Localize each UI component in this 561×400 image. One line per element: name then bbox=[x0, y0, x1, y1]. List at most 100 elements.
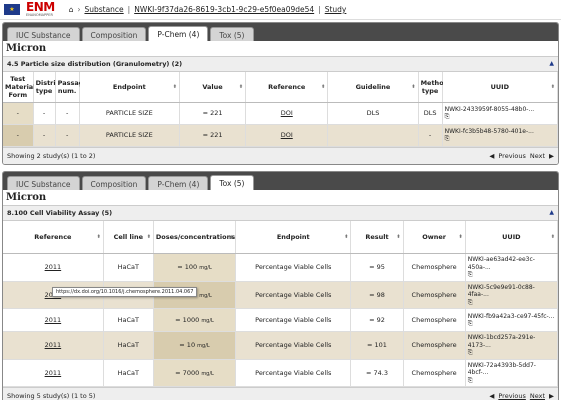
col-result[interactable]: Result ⬍ bbox=[350, 220, 404, 254]
table-row: 2011 HaCaT = 100 mg/L Percentage Viable … bbox=[3, 253, 558, 282]
tab-iuc-substance[interactable]: IUC Substance bbox=[7, 175, 80, 190]
col-cell-line[interactable]: Cell line ⬍ bbox=[103, 220, 154, 254]
cell-owner: Chemosphere bbox=[403, 331, 466, 360]
link-icon[interactable]: ⎘ bbox=[468, 299, 473, 306]
cell-owner: Chemosphere bbox=[403, 308, 466, 332]
previous-icon[interactable]: ◀ bbox=[489, 392, 494, 400]
tab-bar: IUC Substance Composition P-Chem (4) Tox… bbox=[3, 171, 558, 190]
table-row: 2011 HaCaT = 1000 mg/L Percentage Viable… bbox=[3, 308, 558, 332]
col-method-type[interactable]: Method type bbox=[418, 72, 448, 103]
cell-reference[interactable]: 2011 bbox=[3, 253, 104, 282]
section-header[interactable]: 4.5 Particle size distribution (Granulom… bbox=[3, 56, 558, 72]
tab-pchem[interactable]: P-Chem (4) bbox=[148, 175, 209, 190]
pchem-panel: IUC Substance Composition P-Chem (4) Tox… bbox=[2, 22, 559, 165]
cell-endpoint: Percentage Viable Cells bbox=[235, 253, 352, 282]
collapse-icon[interactable]: ▲ bbox=[549, 60, 554, 68]
cell-reference[interactable]: 2011 bbox=[3, 359, 104, 387]
cell-result: = 95 bbox=[350, 253, 404, 282]
previous-button[interactable]: Previous bbox=[498, 392, 525, 400]
tox-panel: IUC Substance Composition P-Chem (4) Tox… bbox=[2, 170, 559, 400]
cell-reference[interactable]: 2011 bbox=[3, 331, 104, 360]
col-distrib-type[interactable]: Distrib. type bbox=[33, 72, 63, 103]
link-icon[interactable]: ⎘ bbox=[468, 349, 473, 356]
cell-uuid[interactable]: NWKI-5c9e9e91-0c88-4faa-... ⎘ bbox=[465, 281, 558, 309]
cell-form: - bbox=[3, 124, 34, 147]
cell-endpoint: Percentage Viable Cells bbox=[235, 331, 352, 360]
cell-endpoint: PARTICLE SIZE bbox=[79, 124, 180, 147]
tab-iuc-substance[interactable]: IUC Substance bbox=[7, 27, 80, 41]
cell-reference[interactable]: 2011 bbox=[3, 308, 104, 332]
next-icon[interactable]: ▶ bbox=[549, 392, 554, 400]
col-doses[interactable]: Doses/concentrations ▲ bbox=[153, 220, 237, 254]
col-test-material-form[interactable]: Test Material Form bbox=[3, 72, 35, 103]
col-reference[interactable]: Reference ⬍ bbox=[3, 220, 104, 254]
reference-link[interactable]: 2011 bbox=[45, 316, 62, 324]
cell-uuid[interactable]: NWKI-2433959f-8055-48b0-... ⎘ bbox=[442, 102, 558, 125]
col-passage-num[interactable]: Passage num. bbox=[55, 72, 88, 103]
cell-owner: Chemosphere bbox=[403, 281, 466, 309]
col-uuid[interactable]: UUID ⬍ bbox=[442, 72, 558, 103]
eu-flag-icon: ★ bbox=[4, 4, 20, 15]
reference-link[interactable]: 2011 bbox=[45, 341, 62, 349]
cell-value: = 221 bbox=[179, 124, 247, 147]
tab-composition[interactable]: Composition bbox=[81, 27, 147, 41]
study-count: Showing 2 study(s) (1 to 2) bbox=[7, 151, 96, 160]
previous-icon[interactable]: ◀ bbox=[489, 152, 494, 160]
cell-reference[interactable]: DOI bbox=[245, 124, 329, 147]
cell-dose: = 1000 mg/L bbox=[153, 308, 237, 332]
cell-result: = 98 bbox=[350, 281, 404, 309]
col-reference[interactable]: Reference ⬍ bbox=[245, 72, 329, 103]
cell-owner: Chemosphere bbox=[403, 253, 466, 282]
cell-result: = 101 bbox=[350, 331, 404, 360]
tab-pchem[interactable]: P-Chem (4) bbox=[148, 26, 209, 41]
previous-button[interactable]: Previous bbox=[498, 152, 525, 160]
cell-endpoint: Percentage Viable Cells bbox=[235, 359, 352, 387]
breadcrumb-substance[interactable]: Substance bbox=[84, 5, 123, 14]
collapse-icon[interactable]: ▲ bbox=[549, 209, 554, 217]
col-uuid[interactable]: UUID ⬍ bbox=[465, 220, 558, 254]
cell-cell-line: HaCaT bbox=[103, 308, 154, 332]
link-icon[interactable]: ⎘ bbox=[445, 135, 450, 142]
doi-link[interactable]: DOI bbox=[281, 131, 293, 139]
pchem-table: Test Material Form Distrib. type Passage… bbox=[3, 72, 558, 147]
reference-link[interactable]: 2011 bbox=[45, 369, 62, 377]
link-icon[interactable]: ⎘ bbox=[468, 320, 473, 327]
table-row: 2011 HaCaT = 10 mg/L Percentage Viable C… bbox=[3, 331, 558, 360]
next-button[interactable]: Next bbox=[530, 392, 545, 400]
reference-link[interactable]: 2011 bbox=[45, 263, 62, 271]
tab-composition[interactable]: Composition bbox=[81, 175, 147, 190]
tab-tox[interactable]: Tox (5) bbox=[210, 174, 254, 190]
doi-link[interactable]: DOI bbox=[281, 109, 293, 117]
link-icon[interactable]: ⎘ bbox=[468, 271, 473, 278]
col-endpoint[interactable]: Endpoint ⬍ bbox=[79, 72, 180, 103]
section-header[interactable]: 8.100 Cell Viability Assay (5) ▲ bbox=[3, 204, 558, 221]
tab-tox[interactable]: Tox (5) bbox=[210, 27, 254, 41]
tab-bar: IUC Substance Composition P-Chem (4) Tox… bbox=[3, 23, 558, 41]
cell-reference[interactable]: DOI bbox=[245, 102, 329, 125]
cell-uuid[interactable]: NWKI-1bcd257a-291e-4173-... ⎘ bbox=[465, 331, 558, 360]
cell-uuid[interactable]: NWKI-ae63ad42-ee3c-450a-... ⎘ bbox=[465, 253, 558, 282]
col-guideline[interactable]: Guideline ⬍ bbox=[327, 72, 419, 103]
col-value[interactable]: Value ⬍ bbox=[179, 72, 247, 103]
col-owner[interactable]: Owner ⬍ bbox=[403, 220, 466, 254]
link-icon[interactable]: ⎘ bbox=[445, 113, 450, 120]
col-endpoint[interactable]: Endpoint ⬍ bbox=[235, 220, 352, 254]
enm-logo[interactable]: ENM ENANOMAPPER bbox=[26, 1, 55, 17]
table-row: - - - PARTICLE SIZE = 221 DOI - NWKI-fc3… bbox=[3, 124, 558, 147]
table-footer: Showing 2 study(s) (1 to 2) ◀ Previous N… bbox=[3, 146, 558, 164]
cell-uuid[interactable]: NWKI-fc3b5b48-5780-401e-... ⎘ bbox=[442, 124, 558, 147]
cell-distrib: - bbox=[33, 102, 56, 125]
cell-dose: = 7000 mg/L bbox=[153, 359, 237, 387]
breadcrumb-substance-id[interactable]: NWKI-9f37da26-8619-3cb1-9c29-e5f0ea09de5… bbox=[134, 5, 314, 14]
cell-uuid[interactable]: NWKI-72a4393b-5dd7-4bcf-... ⎘ bbox=[465, 359, 558, 387]
cell-uuid[interactable]: NWKI-fb9a42a3-ce97-45fc-... ⎘ bbox=[465, 308, 558, 332]
cell-owner: Chemosphere bbox=[403, 359, 466, 387]
breadcrumb-study[interactable]: Study bbox=[325, 5, 347, 14]
next-button[interactable]: Next bbox=[530, 152, 545, 160]
link-icon[interactable]: ⎘ bbox=[468, 377, 473, 384]
cell-dose: = 100 mg/L bbox=[153, 253, 237, 282]
cell-distrib: - bbox=[33, 124, 56, 147]
cell-cell-line: HaCaT bbox=[103, 331, 154, 360]
next-icon[interactable]: ▶ bbox=[549, 152, 554, 160]
home-icon[interactable]: ⌂ bbox=[69, 5, 74, 14]
